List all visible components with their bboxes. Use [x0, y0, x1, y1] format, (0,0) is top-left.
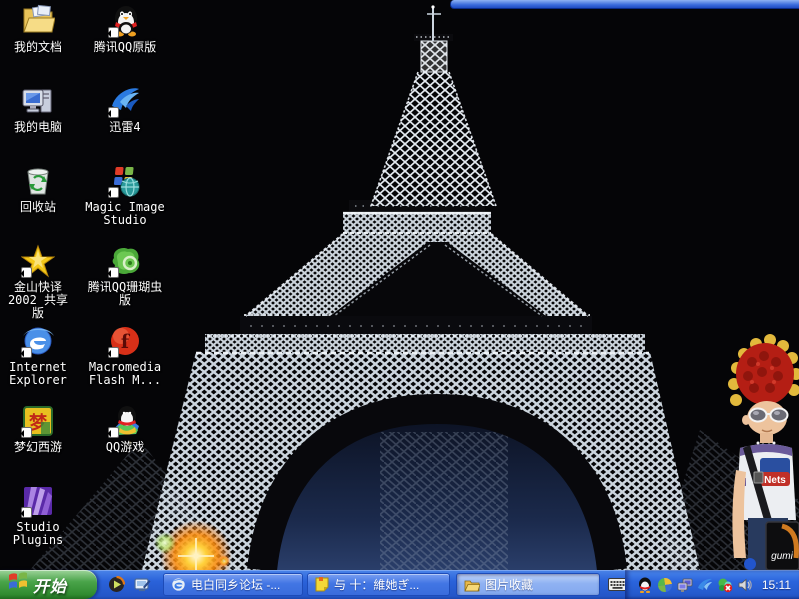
- tray-volume-icon[interactable]: [737, 577, 753, 593]
- tray-qq-icon[interactable]: [637, 577, 653, 593]
- tray-security-disabled-icon[interactable]: [717, 577, 733, 593]
- shortcut-arrow-overlay: [108, 267, 119, 278]
- task-button-forum[interactable]: 电白同乡论坛 -...: [163, 573, 303, 596]
- shortcut-arrow-overlay: [108, 347, 119, 358]
- task-button-label: 与 十：維她ぎ...: [334, 576, 419, 593]
- icon-label: Studio Plugins: [13, 521, 64, 547]
- task-button-qq-chat[interactable]: 与 十：維她ぎ...: [307, 573, 450, 596]
- recycle-bin-icon: [21, 164, 55, 198]
- taskbar: 开始 电白同乡论坛 -... 与 十：維她ぎ... 图片收藏: [0, 570, 799, 599]
- desktop-pet-avatar[interactable]: Nets gumi: [712, 330, 799, 570]
- quick-launch-show-desktop-button[interactable]: [132, 575, 152, 595]
- tray-kingsoft-icon[interactable]: [657, 577, 673, 593]
- desktop-icon-internet-explorer[interactable]: Internet Explorer: [2, 324, 74, 387]
- task-button-pictures-folder[interactable]: 图片收藏: [456, 573, 600, 596]
- desktop-icon-qq-original[interactable]: 腾讯QQ原版: [80, 4, 170, 54]
- shortcut-arrow-overlay: [108, 107, 119, 118]
- icon-label: Magic Image Studio: [85, 201, 164, 227]
- folder-documents-icon: [21, 4, 55, 38]
- desktop-icon-studio-plugins[interactable]: Studio Plugins: [2, 484, 74, 547]
- icon-label: Internet Explorer: [9, 361, 67, 387]
- desktop-icon-recycle-bin[interactable]: 回收站: [2, 164, 74, 214]
- desktop-icon-magic-image-studio[interactable]: Magic Image Studio: [80, 164, 170, 227]
- icon-label: 金山快译 2002 共享版: [2, 281, 74, 320]
- icon-label: 我的电脑: [14, 121, 62, 134]
- icon-label: 腾讯QQ珊瑚虫 版: [88, 281, 162, 307]
- keyboard-icon: [608, 578, 627, 591]
- task-button-label: 图片收藏: [485, 576, 533, 593]
- icon-label: 梦幻西游: [14, 441, 62, 454]
- desktop-icon-qq-coral[interactable]: 腾讯QQ珊瑚虫 版: [80, 244, 170, 307]
- avatar-shirt-text: Nets: [764, 475, 786, 486]
- icon-label: 腾讯QQ原版: [94, 41, 156, 54]
- tray-network-monitors-icon[interactable]: [677, 577, 693, 593]
- shortcut-arrow-overlay: [108, 427, 119, 438]
- task-button-label: 电白同乡论坛 -...: [191, 576, 280, 593]
- icon-label: 回收站: [20, 201, 56, 214]
- icon-label: 我的文档: [14, 41, 62, 54]
- icon-label: Macromedia Flash M...: [89, 361, 161, 387]
- start-button[interactable]: 开始: [0, 570, 97, 599]
- desktop-icon-thunder4[interactable]: 迅雷4: [80, 84, 170, 134]
- shortcut-arrow-overlay: [21, 347, 32, 358]
- shortcut-arrow-overlay: [108, 27, 119, 38]
- taskbar-clock[interactable]: 15:11: [762, 578, 791, 592]
- offscreen-window-titlebar[interactable]: [450, 0, 799, 9]
- desktop-icon-kingsoft-fastait[interactable]: 金山快译 2002 共享版: [2, 244, 74, 320]
- desktop-icon-my-documents[interactable]: 我的文档: [2, 4, 74, 54]
- internet-explorer-icon: [171, 577, 186, 592]
- desktop-icon-menghuan-xiyou[interactable]: 梦 梦幻西游: [2, 404, 74, 454]
- start-button-label: 开始: [33, 573, 67, 597]
- quick-launch-media-player-button[interactable]: [106, 575, 126, 595]
- shortcut-arrow-overlay: [21, 507, 32, 518]
- desktop-icon-qq-games[interactable]: QQ游戏: [80, 404, 170, 454]
- computer-icon: [21, 84, 55, 118]
- desktop-icon-macromedia-flash[interactable]: f Macromedia Flash M...: [80, 324, 170, 387]
- tray-thunder-icon[interactable]: [697, 577, 713, 593]
- sticky-note-icon: [315, 577, 329, 592]
- windows-flag-icon: [8, 572, 28, 597]
- avatar-bag-text: gumi: [771, 551, 793, 562]
- media-player-icon: [108, 576, 125, 593]
- icon-label: QQ游戏: [106, 441, 144, 454]
- folder-icon: [464, 578, 480, 592]
- shortcut-arrow-overlay: [21, 267, 32, 278]
- show-desktop-icon: [134, 576, 151, 593]
- icon-label: 迅雷4: [109, 121, 140, 134]
- shortcut-arrow-overlay: [21, 427, 32, 438]
- shortcut-arrow-overlay: [108, 187, 119, 198]
- desktop-screen: 我的文档 腾讯QQ原版 我的电脑 迅雷4 回收站 Magi: [0, 0, 799, 599]
- desktop-icon-my-computer[interactable]: 我的电脑: [2, 84, 74, 134]
- system-tray: 15:11: [625, 570, 799, 599]
- quick-launch-bar: [100, 570, 168, 599]
